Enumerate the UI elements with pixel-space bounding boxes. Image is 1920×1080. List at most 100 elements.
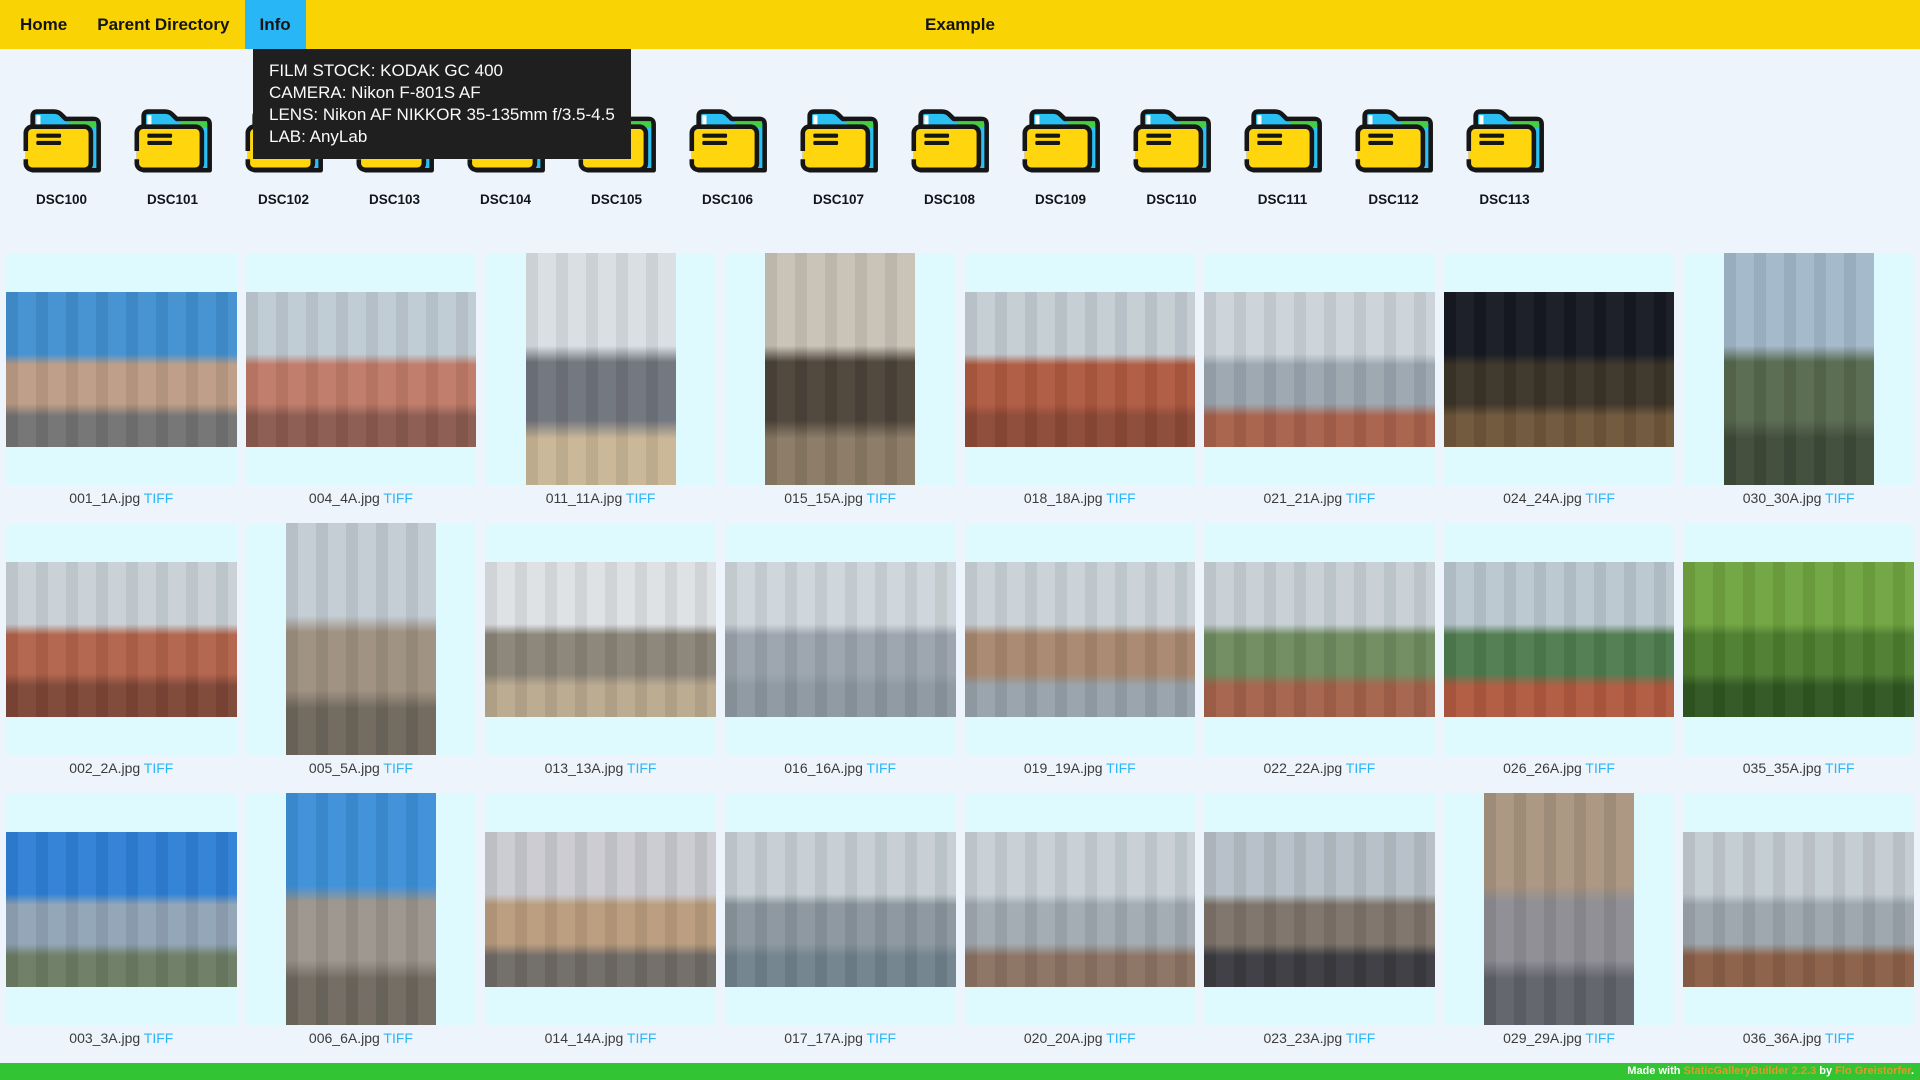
photo-filename: 018_18A.jpg — [1024, 490, 1103, 506]
folder-label: DSC107 — [813, 192, 864, 207]
photo-cell: 026_26A.jpg TIFF — [1444, 523, 1675, 778]
thumbnail-box — [965, 253, 1196, 485]
photo-thumbnail[interactable] — [485, 562, 716, 717]
folder-icon — [795, 104, 883, 176]
tiff-link[interactable]: TIFF — [1346, 1030, 1376, 1046]
tiff-link[interactable]: TIFF — [1106, 1030, 1136, 1046]
photo-thumbnail[interactable] — [1683, 562, 1914, 717]
photo-thumbnail[interactable] — [1204, 562, 1435, 717]
photo-cell: 006_6A.jpg TIFF — [246, 793, 477, 1048]
photo-caption: 029_29A.jpg TIFF — [1444, 1030, 1675, 1048]
photo-thumbnail[interactable] — [1683, 832, 1914, 987]
photo-thumbnail[interactable] — [6, 562, 237, 717]
photo-thumbnail[interactable] — [526, 253, 676, 485]
photo-caption: 003_3A.jpg TIFF — [6, 1030, 237, 1048]
folder-item-dsc113[interactable]: DSC113 — [1449, 104, 1560, 207]
tiff-link[interactable]: TIFF — [383, 1030, 413, 1046]
photo-grid: 001_1A.jpg TIFF004_4A.jpg TIFF011_11A.jp… — [0, 253, 1920, 1048]
thumbnail-box — [6, 523, 237, 755]
photo-caption: 005_5A.jpg TIFF — [246, 760, 477, 778]
tiff-link[interactable]: TIFF — [1585, 760, 1615, 776]
nav-item-home[interactable]: Home — [5, 0, 82, 49]
nav-item-parent-directory[interactable]: Parent Directory — [82, 0, 244, 49]
folder-item-dsc110[interactable]: DSC110 — [1116, 104, 1227, 207]
tiff-link[interactable]: TIFF — [1825, 1030, 1855, 1046]
photo-filename: 020_20A.jpg — [1024, 1030, 1103, 1046]
photo-caption: 021_21A.jpg TIFF — [1204, 490, 1435, 508]
tiff-link[interactable]: TIFF — [627, 760, 657, 776]
tiff-link[interactable]: TIFF — [1346, 760, 1376, 776]
tiff-link[interactable]: TIFF — [144, 760, 174, 776]
photo-caption: 035_35A.jpg TIFF — [1683, 760, 1914, 778]
photo-thumbnail[interactable] — [965, 562, 1196, 717]
photo-filename: 001_1A.jpg — [69, 490, 140, 506]
photo-thumbnail[interactable] — [1444, 292, 1675, 447]
folder-item-dsc109[interactable]: DSC109 — [1005, 104, 1116, 207]
tiff-link[interactable]: TIFF — [867, 490, 897, 506]
folder-item-dsc112[interactable]: DSC112 — [1338, 104, 1449, 207]
folder-item-dsc100[interactable]: DSC100 — [6, 104, 117, 207]
navbar: HomeParent DirectoryInfo Example — [0, 0, 1920, 49]
photo-thumbnail[interactable] — [965, 292, 1196, 447]
tiff-link[interactable]: TIFF — [383, 490, 413, 506]
photo-caption: 024_24A.jpg TIFF — [1444, 490, 1675, 508]
folder-label: DSC109 — [1035, 192, 1086, 207]
photo-thumbnail[interactable] — [286, 523, 436, 755]
photo-cell: 035_35A.jpg TIFF — [1683, 523, 1914, 778]
photo-thumbnail[interactable] — [725, 832, 956, 987]
tiff-link[interactable]: TIFF — [1585, 490, 1615, 506]
author-link[interactable]: Flo Greistorfer — [1835, 1065, 1911, 1077]
photo-thumbnail[interactable] — [965, 832, 1196, 987]
tiff-link[interactable]: TIFF — [867, 760, 897, 776]
photo-thumbnail[interactable] — [1724, 253, 1874, 485]
photo-cell: 018_18A.jpg TIFF — [965, 253, 1196, 508]
photo-thumbnail[interactable] — [765, 253, 915, 485]
photo-cell: 022_22A.jpg TIFF — [1204, 523, 1435, 778]
tiff-link[interactable]: TIFF — [144, 490, 174, 506]
photo-thumbnail[interactable] — [1204, 832, 1435, 987]
photo-cell: 036_36A.jpg TIFF — [1683, 793, 1914, 1048]
photo-thumbnail[interactable] — [1484, 793, 1634, 1025]
thumbnail-box — [725, 523, 956, 755]
photo-filename: 014_14A.jpg — [545, 1030, 624, 1046]
tiff-link[interactable]: TIFF — [627, 1030, 657, 1046]
photo-thumbnail[interactable] — [6, 292, 237, 447]
nav-items: HomeParent DirectoryInfo — [0, 0, 306, 49]
tiff-link[interactable]: TIFF — [1825, 760, 1855, 776]
folder-item-dsc111[interactable]: DSC111 — [1227, 104, 1338, 207]
photo-cell: 011_11A.jpg TIFF — [485, 253, 716, 508]
folder-item-dsc101[interactable]: DSC101 — [117, 104, 228, 207]
photo-filename: 005_5A.jpg — [309, 760, 380, 776]
tiff-link[interactable]: TIFF — [1825, 490, 1855, 506]
photo-thumbnail[interactable] — [246, 292, 477, 447]
folder-item-dsc107[interactable]: DSC107 — [783, 104, 894, 207]
photo-thumbnail[interactable] — [485, 832, 716, 987]
info-tooltip: FILM STOCK: KODAK GC 400CAMERA: Nikon F-… — [253, 49, 631, 159]
folder-icon — [1239, 104, 1327, 176]
photo-thumbnail[interactable] — [725, 562, 956, 717]
thumbnail-box — [1444, 253, 1675, 485]
tiff-link[interactable]: TIFF — [1106, 490, 1136, 506]
photo-thumbnail[interactable] — [286, 793, 436, 1025]
tiff-link[interactable]: TIFF — [1106, 760, 1136, 776]
photo-thumbnail[interactable] — [1204, 292, 1435, 447]
tiff-link[interactable]: TIFF — [383, 760, 413, 776]
folder-icon — [906, 104, 994, 176]
photo-caption: 030_30A.jpg TIFF — [1683, 490, 1914, 508]
footer-period: . — [1911, 1065, 1914, 1077]
builder-link[interactable]: StaticGalleryBuilder 2.2.3 — [1684, 1065, 1817, 1077]
folder-item-dsc108[interactable]: DSC108 — [894, 104, 1005, 207]
tiff-link[interactable]: TIFF — [144, 1030, 174, 1046]
folder-item-dsc106[interactable]: DSC106 — [672, 104, 783, 207]
folder-label: DSC104 — [480, 192, 531, 207]
photo-filename: 002_2A.jpg — [69, 760, 140, 776]
tiff-link[interactable]: TIFF — [1346, 490, 1376, 506]
photo-thumbnail[interactable] — [1444, 562, 1675, 717]
nav-item-info[interactable]: Info — [245, 0, 306, 49]
photo-thumbnail[interactable] — [6, 832, 237, 987]
tiff-link[interactable]: TIFF — [1585, 1030, 1615, 1046]
folder-label: DSC108 — [924, 192, 975, 207]
tiff-link[interactable]: TIFF — [626, 490, 656, 506]
photo-filename: 006_6A.jpg — [309, 1030, 380, 1046]
tiff-link[interactable]: TIFF — [867, 1030, 897, 1046]
